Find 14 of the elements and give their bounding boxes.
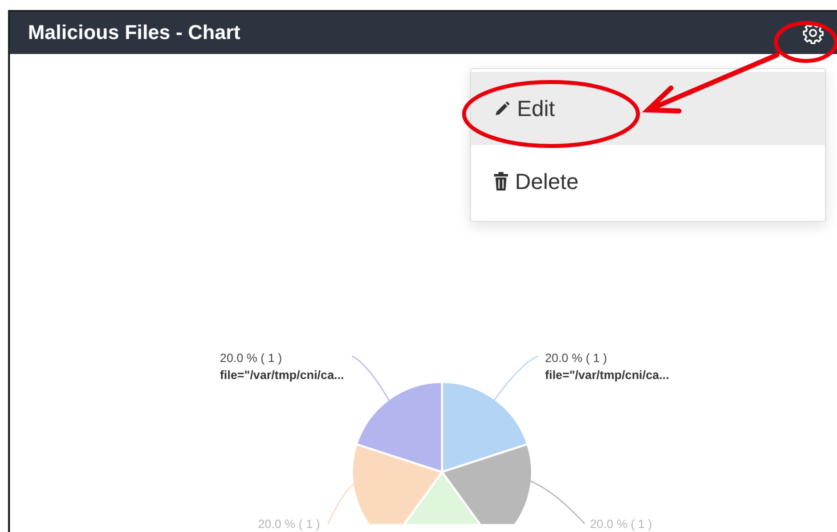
menu-item[interactable]: Delete <box>471 145 825 218</box>
data-label: 20.0 % ( 1 ) <box>220 350 283 367</box>
slice-label: file="/var/tmp/cni/ca... <box>545 367 670 384</box>
settings-icon <box>802 22 824 44</box>
menu-item[interactable]: Edit <box>471 72 825 145</box>
pencil-icon <box>493 100 511 118</box>
data-label: 20.0 % ( 1 ) <box>258 516 320 532</box>
leader-line <box>492 355 538 402</box>
data-label: 20.0 % ( 1 ) <box>545 350 608 367</box>
leader-line <box>352 355 391 402</box>
data-label: 20.0 % ( 1 ) <box>590 516 652 532</box>
slice-label: file="/var/tmp/cni/ca... <box>220 367 344 384</box>
trash-icon <box>493 172 509 191</box>
card-title: Malicious Files - Chart <box>28 21 240 46</box>
